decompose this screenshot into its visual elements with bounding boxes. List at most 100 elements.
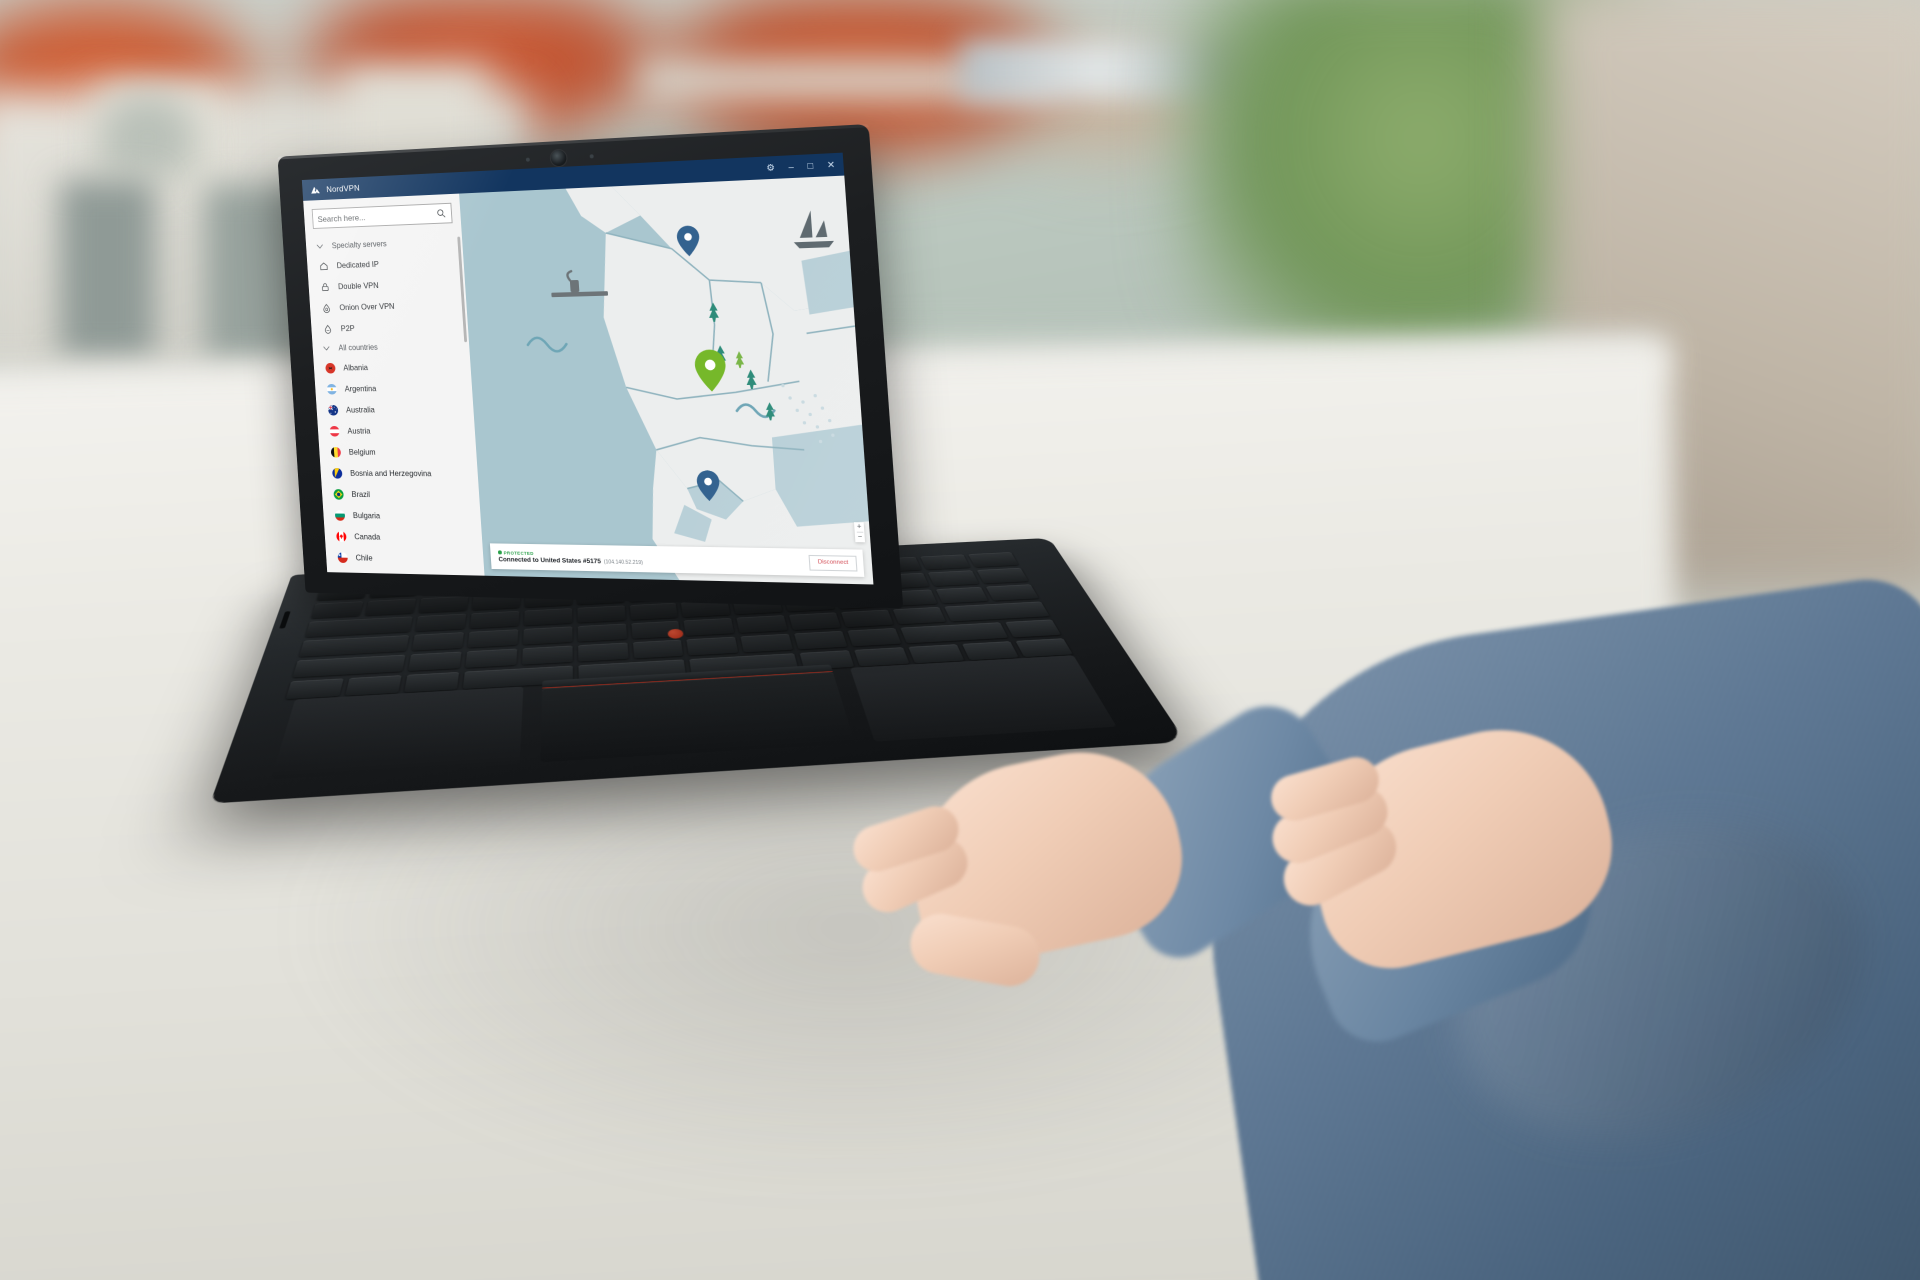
chevron-down-icon[interactable] (316, 242, 325, 251)
flag-canada-icon (336, 530, 347, 542)
close-button[interactable]: ✕ (827, 159, 836, 170)
shift-key[interactable] (292, 654, 406, 678)
flag-brazil-icon (333, 488, 344, 500)
keyboard-key[interactable] (686, 636, 739, 656)
win-key[interactable] (345, 675, 402, 696)
caps-lock-key[interactable] (298, 635, 409, 657)
group-label: All countries (338, 342, 378, 353)
palm-rest-right (849, 655, 1117, 742)
window-controls: ⚙ – □ ✕ (766, 159, 836, 173)
keyboard-key[interactable] (736, 615, 789, 633)
sidebar-item-canada[interactable]: Canada (324, 525, 483, 549)
keyboard-key[interactable] (522, 626, 573, 645)
world-map[interactable] (459, 175, 874, 585)
keyboard-key[interactable] (407, 651, 462, 672)
flag-chile-icon (337, 551, 348, 563)
ctrl-key[interactable] (1005, 619, 1062, 638)
keyboard-key[interactable] (928, 570, 980, 587)
arrow-up-key[interactable] (962, 641, 1019, 661)
keyboard-key[interactable] (841, 609, 894, 628)
fn-key[interactable] (285, 678, 344, 700)
keyboard-key[interactable] (577, 623, 627, 642)
status-text-group: PROTECTED Connected to United States #51… (497, 550, 643, 566)
search-box[interactable] (311, 202, 453, 229)
keyboard-key[interactable] (418, 595, 469, 613)
sidebar-item-bulgaria[interactable]: Bulgaria (323, 504, 481, 527)
sidebar-item-albania[interactable]: Albania (313, 355, 471, 379)
keyboard-key[interactable] (465, 648, 517, 668)
flag-bulgaria-icon (334, 509, 346, 521)
sidebar-nav[interactable]: Specialty servers Dedicated IP Double VP… (305, 229, 484, 576)
keyboard-key[interactable] (523, 608, 572, 626)
keyboard-key[interactable] (684, 617, 735, 636)
sidebar-item-australia[interactable]: Australia (316, 398, 474, 420)
server-ip-address: (104.140.52.219) (603, 558, 644, 566)
keyboard-key[interactable] (469, 610, 520, 629)
keyboard-key[interactable] (467, 629, 518, 648)
boat-icon (551, 270, 609, 298)
tab-key[interactable] (305, 616, 413, 638)
keyboard-key[interactable] (629, 602, 679, 620)
keyboard-key[interactable] (893, 606, 947, 625)
sidebar-item-chile[interactable]: Chile (326, 546, 485, 570)
sidebar-item-austria[interactable]: Austria (317, 419, 475, 441)
chevron-down-icon[interactable] (322, 344, 331, 353)
keyboard-key[interactable] (976, 567, 1029, 584)
settings-button[interactable]: ⚙ (766, 162, 775, 173)
keyboard-key[interactable] (577, 642, 629, 662)
keyboard-key[interactable] (854, 647, 910, 667)
laptop: NordVPN ⚙ – □ ✕ Search here... Specialty… (0, 0, 1920, 1280)
keyboard-key[interactable] (521, 645, 573, 665)
flag-bosnia-icon (331, 467, 343, 479)
arrow-right-key[interactable] (1015, 638, 1073, 658)
keyboard-key[interactable] (577, 605, 626, 623)
shift-right-key[interactable] (900, 622, 1009, 644)
disconnect-button[interactable]: Disconnect (808, 554, 858, 572)
zoom-in-button[interactable]: + (854, 522, 864, 532)
keyboard-key[interactable] (935, 586, 989, 604)
keyboard-key[interactable] (632, 639, 684, 659)
enter-key[interactable] (944, 601, 1050, 622)
nordvpn-logo-icon (310, 186, 320, 194)
map-zoom-controls[interactable]: + − (853, 522, 866, 543)
flag-belgium-icon (330, 446, 342, 458)
sidebar-item-argentina[interactable]: Argentina (315, 376, 473, 399)
connection-line: Connected to United States #5175 (104.14… (498, 556, 643, 566)
keyboard-key[interactable] (920, 554, 971, 570)
alt-key[interactable] (404, 671, 459, 693)
search-input[interactable] (317, 208, 437, 224)
arrow-left-key[interactable] (908, 644, 965, 664)
keyboard-key[interactable] (411, 632, 464, 651)
laptop-screen: NordVPN ⚙ – □ ✕ Search here... Specialty… (301, 152, 874, 585)
sidebar-item-label: Bosnia and Herzegovina (349, 468, 432, 478)
app-title: NordVPN (326, 182, 361, 195)
keyboard-key[interactable] (415, 613, 466, 632)
p2p-icon (323, 323, 333, 334)
sidebar-item-label: Austria (347, 426, 371, 436)
keyboard-key[interactable] (789, 612, 842, 631)
map-panel[interactable]: + − PROTECTED Connected to United States… (459, 175, 874, 585)
keyboard-key[interactable] (794, 630, 848, 650)
touchpad[interactable] (540, 671, 855, 763)
home-icon (319, 260, 329, 271)
sidebar-item-belgium[interactable]: Belgium (319, 441, 477, 463)
sidebar-item-label: Albania (343, 362, 369, 372)
usb-port (279, 611, 291, 629)
keyboard-key[interactable] (985, 584, 1039, 601)
keyboard-key[interactable] (364, 598, 416, 616)
sidebar-item-bosnia-and-herzegovina[interactable]: Bosnia and Herzegovina (320, 462, 478, 484)
keyboard-key[interactable] (847, 627, 902, 647)
maximize-button[interactable]: □ (807, 160, 813, 171)
sidebar-item-label: Bulgaria (352, 510, 381, 520)
search-icon[interactable] (436, 208, 447, 219)
keyboard-key[interactable] (968, 552, 1019, 568)
zoom-out-button[interactable]: − (855, 533, 865, 543)
keyboard-key[interactable] (311, 601, 364, 619)
sidebar: Specialty servers Dedicated IP (303, 193, 485, 576)
minimize-button[interactable]: – (788, 161, 794, 172)
keyboard-key[interactable] (740, 633, 794, 653)
sidebar-item-brazil[interactable]: Brazil (321, 483, 479, 506)
flag-austria-icon (329, 425, 340, 437)
sidebar-item-label: Belgium (348, 447, 376, 457)
group-label: Specialty servers (331, 239, 387, 251)
